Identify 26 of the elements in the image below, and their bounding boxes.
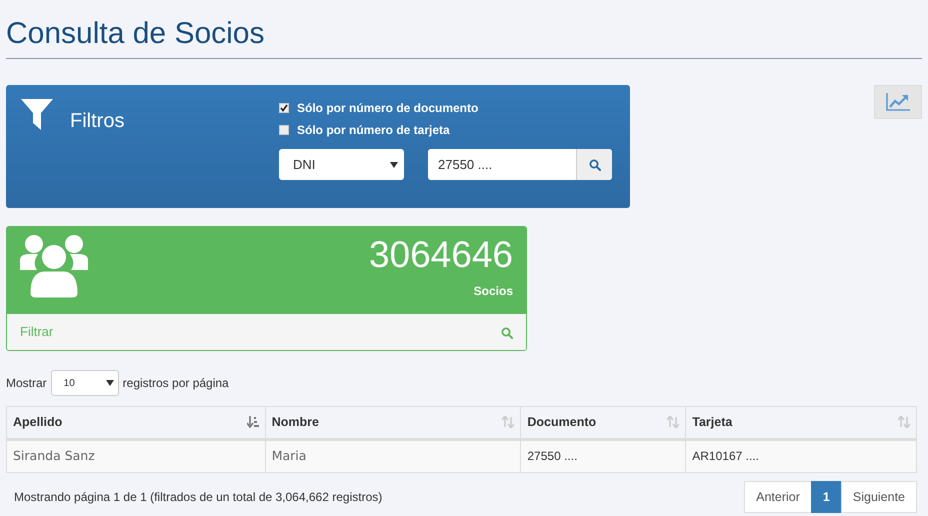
table-cell: AR10167 .... bbox=[686, 439, 916, 472]
caret-icon bbox=[106, 380, 114, 386]
page-button[interactable]: Anterior bbox=[744, 480, 812, 514]
line-chart-icon bbox=[885, 92, 911, 112]
count-label: Socios bbox=[472, 282, 513, 300]
length-label: registros por página bbox=[122, 375, 229, 392]
page-button[interactable]: Siguiente bbox=[840, 480, 917, 514]
panel-title: Filtros bbox=[70, 111, 124, 134]
member-count: 3064646 bbox=[368, 235, 513, 276]
document-type-select[interactable]: DNI bbox=[279, 149, 404, 180]
page-button[interactable]: 1 bbox=[810, 480, 842, 514]
page-title: Consulta de Socios bbox=[6, 16, 266, 52]
table-cell: 27550 .... bbox=[520, 439, 686, 472]
table-cell: Siranda Sanz bbox=[6, 439, 266, 472]
checkbox-label: Sólo por número de tarjeta bbox=[297, 122, 450, 139]
length-label: Mostrar bbox=[6, 375, 47, 392]
table-info: Mostrando página 1 de 1 (filtrados de un total de 3,064,662 registros) bbox=[13, 488, 382, 506]
checkbox[interactable] bbox=[279, 103, 289, 113]
checkbox-label: Sólo por número de documento bbox=[297, 100, 478, 117]
caret-icon bbox=[390, 162, 398, 168]
filter-icon bbox=[20, 97, 54, 131]
page-size-select[interactable]: 10 bbox=[50, 370, 119, 396]
search-icon bbox=[588, 158, 600, 170]
search-field[interactable]: 27550 .... bbox=[428, 149, 612, 180]
table-cell: Maria bbox=[265, 439, 521, 472]
search-button[interactable] bbox=[576, 149, 612, 180]
